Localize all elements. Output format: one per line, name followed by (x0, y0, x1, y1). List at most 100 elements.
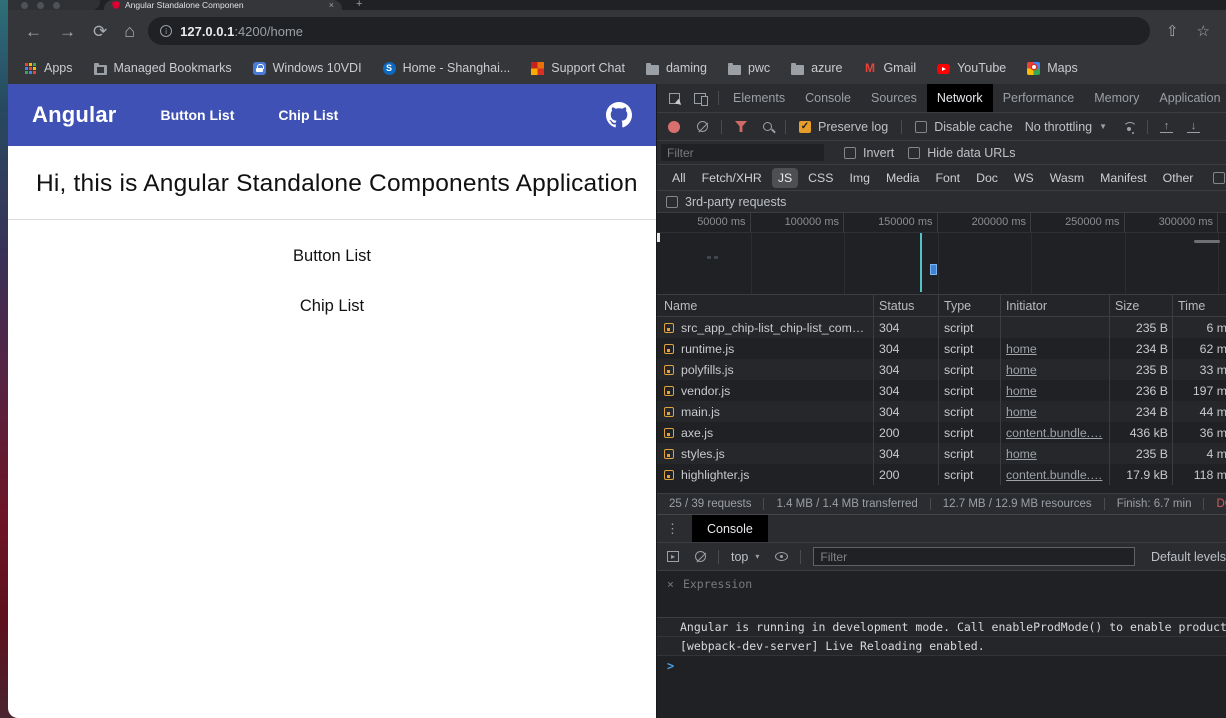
console-filter-input[interactable] (813, 547, 1135, 566)
column-header-type[interactable]: Type (939, 295, 1001, 316)
bookmark-star-icon[interactable]: ☆ (1197, 22, 1210, 40)
third-party-label[interactable]: 3rd-party requests (685, 195, 786, 209)
zoom-window-button[interactable] (53, 2, 60, 9)
network-request-row[interactable]: axe.js 200 script content.bundle.… 436 k… (657, 422, 1226, 443)
request-initiator-link[interactable]: home (1006, 363, 1037, 377)
back-icon[interactable]: ← (25, 23, 42, 40)
app-link[interactable]: Button List (8, 247, 656, 266)
column-header-time[interactable]: Time (1173, 295, 1226, 316)
live-expression-row[interactable]: × Expression (657, 571, 1226, 618)
has-blocked-cookies-checkbox[interactable] (1213, 172, 1225, 184)
type-filter-button[interactable]: JS (772, 168, 798, 188)
home-icon[interactable]: ⌂ (124, 22, 135, 40)
request-initiator-link[interactable]: content.bundle.… (1006, 468, 1102, 482)
invert-checkbox[interactable] (844, 147, 856, 159)
type-filter-button[interactable]: Fetch/XHR (696, 168, 768, 188)
network-request-row[interactable]: polyfills.js 304 script home 235 B 33 m (657, 359, 1226, 380)
network-overview-timeline[interactable] (657, 233, 1226, 295)
log-levels-select[interactable]: Default levels (1151, 550, 1226, 564)
third-party-checkbox[interactable] (666, 196, 678, 208)
live-expression-eye-icon[interactable] (775, 552, 788, 561)
disable-cache-label[interactable]: Disable cache (934, 120, 1013, 134)
bookmark-item[interactable]: pwc (728, 61, 770, 75)
network-request-row[interactable]: highlighter.js 200 script content.bundle… (657, 464, 1226, 485)
bookmark-item[interactable]: Gmail (863, 61, 916, 75)
type-filter-button[interactable]: Font (929, 168, 966, 188)
bookmark-item[interactable]: Managed Bookmarks (94, 61, 232, 75)
live-expression-placeholder[interactable]: Expression (683, 577, 752, 591)
invert-label[interactable]: Invert (863, 146, 894, 160)
request-initiator-link[interactable]: home (1006, 405, 1037, 419)
column-header-size[interactable]: Size (1110, 295, 1173, 316)
minimize-window-button[interactable] (37, 2, 44, 9)
bookmark-item[interactable]: Apps (24, 61, 73, 75)
type-filter-button[interactable]: Media (880, 168, 926, 188)
devtools-tab[interactable]: Performance (993, 84, 1085, 112)
console-sidebar-icon[interactable]: ▸ (667, 551, 679, 562)
network-request-row[interactable]: styles.js 304 script home 235 B 4 m (657, 443, 1226, 464)
remove-expression-icon[interactable]: × (667, 577, 674, 591)
type-filter-button[interactable]: Img (843, 168, 876, 188)
clear-icon[interactable] (697, 121, 708, 132)
request-initiator-link[interactable]: home (1006, 447, 1037, 461)
throttling-select[interactable]: No throttling (1025, 120, 1092, 134)
console-prompt[interactable]: > (657, 656, 1226, 676)
type-filter-button[interactable]: CSS (802, 168, 839, 188)
network-request-row[interactable]: runtime.js 304 script home 234 B 62 m (657, 338, 1226, 359)
forward-icon[interactable]: → (59, 23, 76, 40)
type-filter-button[interactable]: Other (1157, 168, 1200, 188)
site-info-icon[interactable]: i (160, 25, 172, 37)
preserve-log-label[interactable]: Preserve log (818, 120, 888, 134)
devtools-tab[interactable]: Console (795, 84, 861, 112)
bookmark-item[interactable]: YouTube (937, 61, 1006, 75)
preserve-log-checkbox[interactable]: ✓ (799, 121, 811, 133)
devtools-tab[interactable]: Application (1149, 84, 1226, 112)
network-conditions-icon[interactable] (1122, 122, 1136, 132)
app-nav-link[interactable]: Button List (161, 107, 235, 123)
type-filter-button[interactable]: Manifest (1094, 168, 1152, 188)
network-request-row[interactable]: main.js 304 script home 234 B 44 m (657, 401, 1226, 422)
javascript-context-select[interactable]: top (731, 550, 748, 564)
inspect-element-icon[interactable] (669, 93, 680, 104)
network-request-row[interactable]: vendor.js 304 script home 236 B 197 m (657, 380, 1226, 401)
github-icon[interactable] (606, 102, 632, 128)
filter-funnel-icon[interactable] (735, 121, 747, 132)
timeline-scrollbar[interactable] (1194, 240, 1220, 243)
devtools-tab[interactable]: Elements (723, 84, 795, 112)
export-har-icon[interactable]: ↓ (1187, 121, 1200, 133)
bookmark-item[interactable]: Home - Shanghai... (383, 61, 511, 75)
app-link[interactable]: Chip List (8, 297, 656, 316)
chevron-down-icon[interactable]: ▼ (1099, 122, 1107, 131)
more-options-icon[interactable]: ⋮ (666, 521, 679, 537)
devtools-tab[interactable]: Memory (1084, 84, 1149, 112)
column-header-name[interactable]: Name (657, 295, 874, 316)
new-tab-button[interactable]: + (356, 0, 362, 10)
chevron-down-icon[interactable]: ▾ (755, 552, 759, 561)
record-icon[interactable] (668, 121, 680, 133)
close-tab-icon[interactable]: × (329, 0, 334, 10)
request-initiator-link[interactable]: home (1006, 384, 1037, 398)
disable-cache-checkbox[interactable] (915, 121, 927, 133)
request-initiator-link[interactable]: home (1006, 342, 1037, 356)
network-filter-input[interactable] (661, 144, 824, 161)
search-icon[interactable] (763, 122, 772, 131)
type-filter-button[interactable]: WS (1008, 168, 1040, 188)
hide-data-urls-checkbox[interactable] (908, 147, 920, 159)
type-filter-button[interactable]: Wasm (1044, 168, 1090, 188)
import-har-icon[interactable]: ↑ (1160, 121, 1173, 133)
browser-tab[interactable]: Angular Standalone Componen × (104, 0, 342, 10)
close-window-button[interactable] (21, 2, 28, 9)
bookmark-item[interactable]: Windows 10VDI (253, 61, 362, 75)
hide-data-urls-label[interactable]: Hide data URLs (927, 146, 1015, 160)
column-header-initiator[interactable]: Initiator (1001, 295, 1110, 316)
request-initiator-link[interactable]: content.bundle.… (1006, 426, 1102, 440)
reload-icon[interactable]: ⟳ (93, 23, 107, 40)
devtools-tab[interactable]: Network (927, 84, 993, 112)
devtools-tab[interactable]: Sources (861, 84, 927, 112)
type-filter-button[interactable]: Doc (970, 168, 1004, 188)
column-header-status[interactable]: Status (874, 295, 939, 316)
bookmark-item[interactable]: Maps (1027, 61, 1078, 75)
bookmark-item[interactable]: Support Chat (531, 61, 625, 75)
console-drawer-tab[interactable]: Console (692, 515, 768, 542)
network-request-row[interactable]: src_app_chip-list_chip-list_com… 304 scr… (657, 317, 1226, 338)
